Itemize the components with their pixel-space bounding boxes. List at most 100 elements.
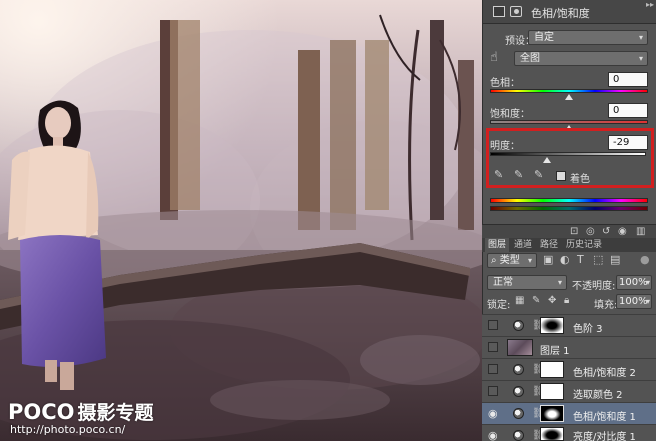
eye-icon[interactable]: ◉ [488,429,498,441]
channel-value: 全图 [520,53,540,64]
lock-label: 锁定: [487,300,511,311]
collapse-panel-icon[interactable]: ▸▸ [646,0,654,9]
layer-mask-thumbnail[interactable] [540,427,564,441]
opacity-label: 不透明度: [572,281,616,292]
visibility-toggle[interactable] [488,342,498,352]
layer-row[interactable]: ⛓ 色相/饱和度 2 [482,358,656,380]
layer-row[interactable]: ⛓ 色阶 3 [482,314,656,336]
properties-titlebar: 色相/饱和度 ▸▸ [483,0,656,24]
visibility-icon[interactable]: ◉ [618,226,627,237]
eye-icon[interactable]: ◉ [488,407,498,420]
lightness-label: 明度： [490,141,520,152]
watermark-logo: POCO [8,400,75,424]
properties-title: 色相/饱和度 [531,7,590,20]
tab-layers[interactable]: 图层 [485,238,510,252]
layer-thumbnail[interactable] [507,339,533,356]
visibility-toggle[interactable] [488,386,498,396]
clip-to-layer-icon[interactable]: ⊡ [570,226,578,237]
filter-smart-object-icon[interactable]: ▤ [610,253,620,266]
targeted-adjustment-hand-icon[interactable]: ☝ [490,50,498,65]
opacity-value: 100% [619,277,648,288]
lock-image-icon[interactable]: ✎ [532,296,542,306]
properties-footer-toolbar: ⊡ ◎ ↺ ◉ ▥ [482,224,656,238]
layers-panel-tabs: 图层 通道 路径 历史记录 [482,238,656,252]
layer-filter-select[interactable]: ⌕ 类型 ▾ [487,253,537,268]
layer-mask-thumbnail[interactable] [540,405,564,422]
hue-slider-track[interactable] [490,89,648,93]
lightness-slider-track[interactable] [490,152,646,156]
layer-row[interactable]: 图层 1 [482,336,656,358]
channel-select[interactable]: 全图 ▾ [514,51,648,66]
chevron-down-icon: ▾ [527,256,532,265]
eyedropper-plus-icon[interactable]: ✎ [514,168,526,182]
poco-watermark: POCO 摄影专题 http://photo.poco.cn/ [8,398,154,436]
layer-row[interactable]: ◉ ⛓ 亮度/对比度 1 [482,424,656,441]
layer-row[interactable]: ⛓ 选取颜色 2 [482,380,656,402]
adjustment-layer-icon [513,408,524,419]
reset-icon[interactable]: ↺ [602,226,610,237]
image-canvas[interactable]: POCO 摄影专题 http://photo.poco.cn/ [0,0,482,441]
fill-input[interactable]: 100% ▾ [616,294,652,309]
lightness-slider-thumb[interactable] [543,157,551,163]
eyedropper-icon[interactable]: ✎ [494,168,506,182]
visibility-toggle[interactable] [488,320,498,330]
view-previous-icon[interactable]: ◎ [586,226,595,237]
watermark-title: 摄影专题 [77,402,154,424]
layer-name[interactable]: 色相/饱和度 1 [573,408,636,423]
saturation-input[interactable]: 0 [608,103,648,118]
adjustment-layer-icon[interactable] [493,6,505,17]
adjustment-layer-icon [513,430,524,441]
opacity-input[interactable]: 100% ▾ [616,275,652,290]
colorize-label: 着色 [570,174,590,185]
layer-name[interactable]: 亮度/对比度 1 [573,428,636,441]
adjustment-layer-icon [513,386,524,397]
layer-name[interactable]: 选取颜色 2 [573,386,623,401]
spectrum-bar-input [490,198,648,203]
spectrum-bar-output [490,206,648,211]
layer-mask-thumbnail[interactable] [540,361,564,378]
forest-photo [0,0,482,441]
chevron-down-icon: ▾ [557,278,562,287]
filter-toggle-icon[interactable]: ● [640,253,650,266]
tab-channels[interactable]: 通道 [511,238,535,252]
chevron-down-icon: ▾ [645,297,650,306]
layer-name[interactable]: 色相/饱和度 2 [573,364,636,379]
tab-paths[interactable]: 路径 [537,238,561,252]
lock-transparent-icon[interactable]: ▦ [515,296,525,306]
chevron-down-icon: ▾ [645,278,650,287]
chevron-down-icon: ▾ [638,54,643,63]
filter-pixel-icon[interactable]: ▣ [543,253,553,266]
filter-type-icon[interactable]: T [577,253,584,266]
layer-name[interactable]: 色阶 3 [573,320,603,335]
eyedropper-minus-icon[interactable]: ✎ [534,168,546,182]
lock-all-icon[interactable]: 🔒︎ [564,296,574,306]
tab-history[interactable]: 历史记录 [563,238,605,252]
filter-search-icon: ⌕ [491,255,500,266]
lightness-input[interactable]: -29 [608,135,648,150]
trash-icon[interactable]: ▥ [636,226,645,237]
colorize-checkbox[interactable] [556,171,566,181]
lock-position-icon[interactable]: ✥ [548,296,558,306]
filter-shape-icon[interactable]: ⬚ [593,253,603,266]
fill-value: 100% [619,296,648,307]
hue-label: 色相： [490,78,520,89]
visibility-toggle[interactable] [488,364,498,374]
filter-adjustment-icon[interactable]: ◐ [560,253,570,266]
blend-mode-select[interactable]: 正常 ▾ [487,275,567,290]
hue-slider-thumb[interactable] [565,94,573,100]
layer-mask-icon[interactable] [510,6,522,17]
adjustment-layer-icon [513,364,524,375]
chevron-down-icon: ▾ [638,33,643,42]
layer-mask-thumbnail[interactable] [540,317,564,334]
hue-input[interactable]: 0 [608,72,648,87]
fill-label: 填充: [594,300,618,311]
filter-kind-value: 类型 [499,255,520,266]
preset-select[interactable]: 自定 ▾ [528,30,648,45]
layer-mask-thumbnail[interactable] [540,383,564,400]
preset-value: 自定 [534,32,554,43]
layer-row-selected[interactable]: ◉ ⛓ 色相/饱和度 1 [482,402,656,424]
blend-mode-value: 正常 [493,277,513,288]
saturation-slider-track[interactable] [490,120,648,124]
layer-name[interactable]: 图层 1 [540,342,570,357]
adjustment-layer-icon [513,320,524,331]
